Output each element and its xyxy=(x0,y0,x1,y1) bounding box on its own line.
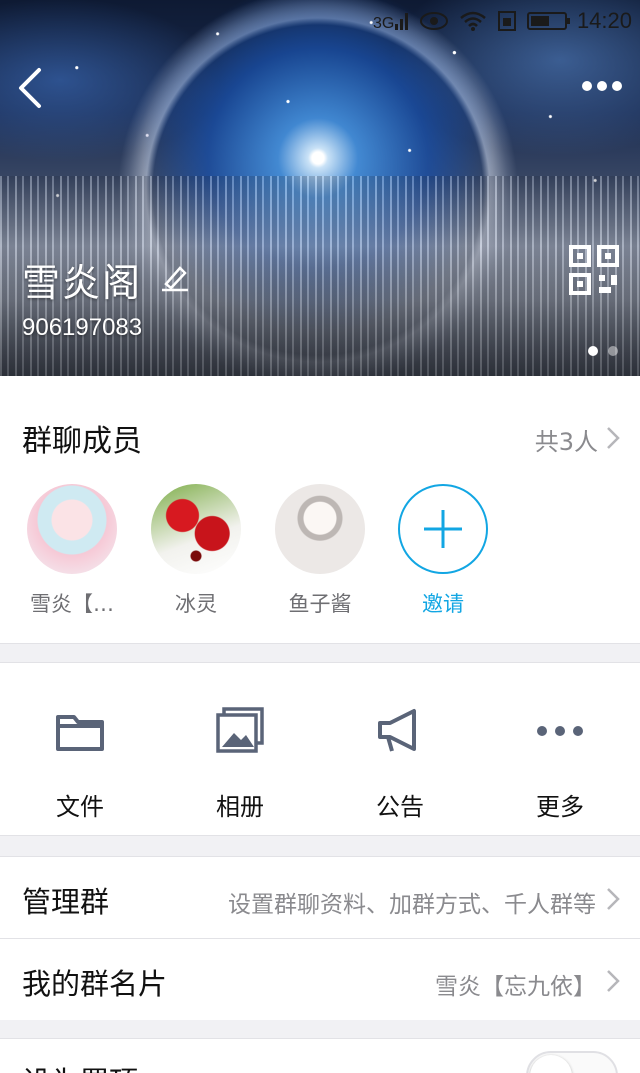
chevron-right-icon xyxy=(607,970,620,992)
back-button[interactable] xyxy=(8,62,52,114)
tool-label: 更多 xyxy=(536,793,584,821)
members-section: 群聊成员 共3人 雪炎【… 冰灵 鱼子酱 邀请 xyxy=(0,376,640,644)
member-name: 冰灵 xyxy=(175,592,217,616)
signal-icon: 3G xyxy=(373,10,409,32)
svg-text:3G: 3G xyxy=(373,15,394,32)
status-time: 14:20 xyxy=(576,8,632,33)
more-options-button[interactable] xyxy=(576,66,628,106)
cover-pager[interactable] xyxy=(588,346,618,356)
tool-label: 文件 xyxy=(56,793,104,821)
member-item[interactable]: 鱼子酱 xyxy=(265,484,375,618)
member-item[interactable]: 冰灵 xyxy=(141,484,251,618)
eye-icon xyxy=(419,11,449,31)
group-id: 906197083 xyxy=(22,314,143,341)
invite-label: 邀请 xyxy=(422,592,464,616)
manage-group-value: 设置群聊资料、加群方式、千人群等 xyxy=(228,892,596,918)
tool-label: 公告 xyxy=(376,793,424,821)
more-dots-icon xyxy=(537,726,583,736)
members-count[interactable]: 共3人 xyxy=(535,422,598,457)
battery-icon xyxy=(526,12,570,30)
qr-code-icon[interactable] xyxy=(568,244,620,296)
status-bar: 3G 14:20 xyxy=(373,6,632,36)
pin-top-toggle[interactable] xyxy=(526,1051,618,1073)
folder-icon xyxy=(56,715,104,751)
group-tools: 文件 相册 公告 更多 xyxy=(0,662,640,836)
avatar[interactable] xyxy=(27,484,117,574)
member-item[interactable]: 雪炎【… xyxy=(17,484,127,618)
pager-dot-1[interactable] xyxy=(588,346,598,356)
invite-member-button[interactable]: 邀请 xyxy=(388,484,498,618)
members-title: 群聊成员 xyxy=(22,424,142,459)
group-cover-header: 3G 14:20 雪炎阁 906197083 xyxy=(0,0,640,376)
more-dots-icon xyxy=(582,81,622,91)
edit-name-icon[interactable] xyxy=(160,262,190,292)
my-group-card-row[interactable]: 我的群名片 雪炎【忘九依】 xyxy=(0,938,640,1020)
megaphone-icon xyxy=(378,709,416,752)
chevron-right-icon[interactable] xyxy=(606,426,620,450)
tool-more[interactable]: 更多 xyxy=(480,663,640,837)
pin-top-row: 设为置顶 xyxy=(0,1038,640,1073)
tool-announcement[interactable]: 公告 xyxy=(320,663,480,837)
plus-icon xyxy=(424,510,462,548)
group-name: 雪炎阁 xyxy=(22,261,143,305)
avatar[interactable] xyxy=(275,484,365,574)
tool-files[interactable]: 文件 xyxy=(0,663,160,837)
member-name: 雪炎【… xyxy=(30,592,114,616)
avatar[interactable] xyxy=(151,484,241,574)
sim-icon xyxy=(497,10,517,32)
album-icon xyxy=(216,707,264,753)
tool-label: 相册 xyxy=(216,793,264,821)
member-name: 鱼子酱 xyxy=(288,592,352,616)
my-group-card-label: 我的群名片 xyxy=(22,967,168,1001)
pager-dot-2[interactable] xyxy=(608,346,618,356)
manage-group-label: 管理群 xyxy=(22,885,110,919)
tool-album[interactable]: 相册 xyxy=(160,663,320,837)
manage-group-row[interactable]: 管理群 设置群聊资料、加群方式、千人群等 xyxy=(0,856,640,938)
wifi-icon xyxy=(459,10,487,32)
member-list: 雪炎【… 冰灵 鱼子酱 邀请 xyxy=(0,484,640,624)
chevron-right-icon xyxy=(607,888,620,910)
pin-top-label: 设为置顶 xyxy=(22,1059,138,1073)
back-arrow-icon xyxy=(19,68,41,108)
my-group-card-value: 雪炎【忘九依】 xyxy=(435,974,596,1000)
invite-avatar[interactable] xyxy=(398,484,488,574)
